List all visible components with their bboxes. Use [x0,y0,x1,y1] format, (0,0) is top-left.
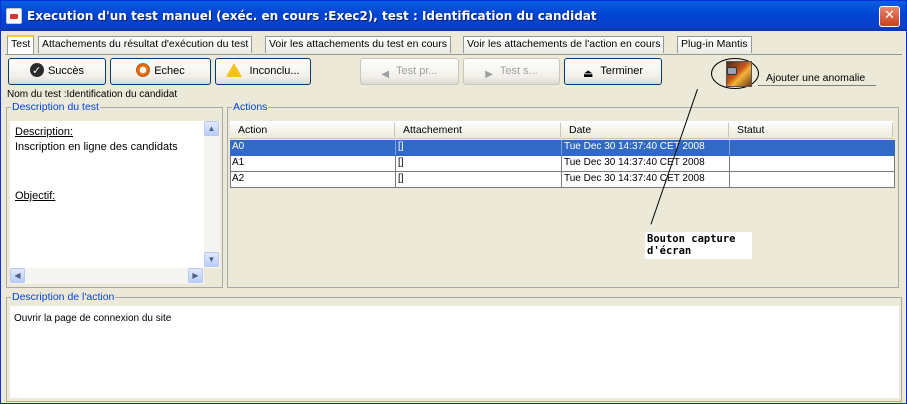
window-title: Execution d'un test manuel (exéc. en cou… [27,9,597,23]
column-header-action[interactable]: Action [238,124,267,136]
test-execution-window: Execution d'un test manuel (exéc. en cou… [0,0,907,404]
actions-title: Actions [232,101,269,113]
close-icon: ✕ [884,8,895,23]
java-app-icon [6,8,22,24]
description-vertical-scrollbar[interactable]: ▲ ▼ [204,121,220,268]
objective-heading: Objectif: [15,190,56,202]
inconclusive-button[interactable]: Inconclu... [215,58,311,85]
description-text: Inscription en ligne des candidats [15,141,178,153]
cell-attachment: [] [398,157,404,168]
description-heading: Description: [15,126,74,138]
fail-button[interactable]: Echec [110,58,211,85]
scroll-left-icon[interactable]: ◀ [10,268,25,283]
fail-button-label: Echec [154,65,185,77]
success-button-label: Succès [47,65,85,77]
description-horizontal-scrollbar[interactable]: ◀ ▶ [10,268,204,284]
arrow-left-icon: ◀ [381,69,390,80]
cell-attachment: [] [398,173,404,184]
table-row[interactable]: A1 [] Tue Dec 30 14:37:40 CET 2008 [230,156,895,172]
action-description-title: Description de l'action [11,291,116,303]
action-description-textarea[interactable]: Ouvrir la page de connexion du site [10,306,899,398]
previous-test-button[interactable]: ◀ Test pr... [360,58,459,85]
previous-test-button-label: Test pr... [395,65,438,77]
tab-test-attachments[interactable]: Voir les attachements du test en cours [265,36,452,53]
cell-action: A2 [232,173,245,184]
next-test-button[interactable]: ▶ Test s... [463,58,560,85]
tab-separator [5,54,902,55]
column-header-date[interactable]: Date [569,124,591,136]
cell-date: Tue Dec 30 14:37:40 CET 2008 [564,157,705,168]
inconclusive-button-label: Inconclu... [249,65,300,77]
cell-action: A1 [232,157,245,168]
column-header-attachment[interactable]: Attachement [403,124,462,136]
scroll-right-icon[interactable]: ▶ [188,268,203,283]
table-row[interactable]: A2 [] Tue Dec 30 14:37:40 CET 2008 [230,172,895,188]
success-button[interactable]: Succès [8,58,106,85]
action-description-text: Ouvrir la page de connexion du site [14,313,172,324]
eject-icon: ⏏ [582,68,594,80]
warning-icon [226,63,243,77]
fail-circle-icon [136,63,151,77]
title-bar[interactable]: Execution d'un test manuel (exéc. en cou… [1,1,906,31]
finish-button-label: Terminer [600,65,644,77]
tab-test[interactable]: Test [7,35,35,54]
next-test-button-label: Test s... [499,65,538,77]
tab-mantis-plugin[interactable]: Plug-in Mantis [677,36,752,53]
scroll-up-icon[interactable]: ▲ [204,121,219,136]
cell-action: A0 [232,141,245,152]
cell-date: Tue Dec 30 14:37:40 CET 2008 [564,173,705,184]
scroll-down-icon[interactable]: ▼ [204,252,219,267]
column-header-status[interactable]: Statut [737,124,764,136]
table-header: Action Attachement Date Statut [230,121,893,139]
tab-action-attachments[interactable]: Voir les attachements de l'action en cou… [463,36,665,53]
callout-line-2: d'écran [647,245,692,257]
cell-attachment: [] [398,141,404,152]
check-circle-icon [29,59,44,84]
close-button[interactable]: ✕ [879,6,900,27]
callout-line-1: Bouton capture [647,233,736,245]
test-name-label: Nom du test :Identification du candidat [7,89,178,100]
arrow-right-icon: ▶ [485,69,493,80]
cell-date: Tue Dec 30 14:37:40 CET 2008 [564,141,705,152]
table-row[interactable]: A0 [] Tue Dec 30 14:37:40 CET 2008 [230,140,895,156]
test-description-title: Description du test [11,101,100,113]
test-description-textarea[interactable]: Description: Inscription en ligne des ca… [10,121,219,268]
screenshot-capture-button[interactable] [711,58,759,89]
anomaly-underline [758,85,876,86]
tab-execution-result-attachments[interactable]: Attachements du résultat d'exécution du … [38,36,253,53]
screenshot-button-callout: Bouton capture d'écran [645,232,752,259]
add-anomaly-button[interactable]: Ajouter une anomalie [766,72,865,84]
camera-icon [727,67,737,75]
finish-button[interactable]: ⏏ Terminer [564,58,662,85]
